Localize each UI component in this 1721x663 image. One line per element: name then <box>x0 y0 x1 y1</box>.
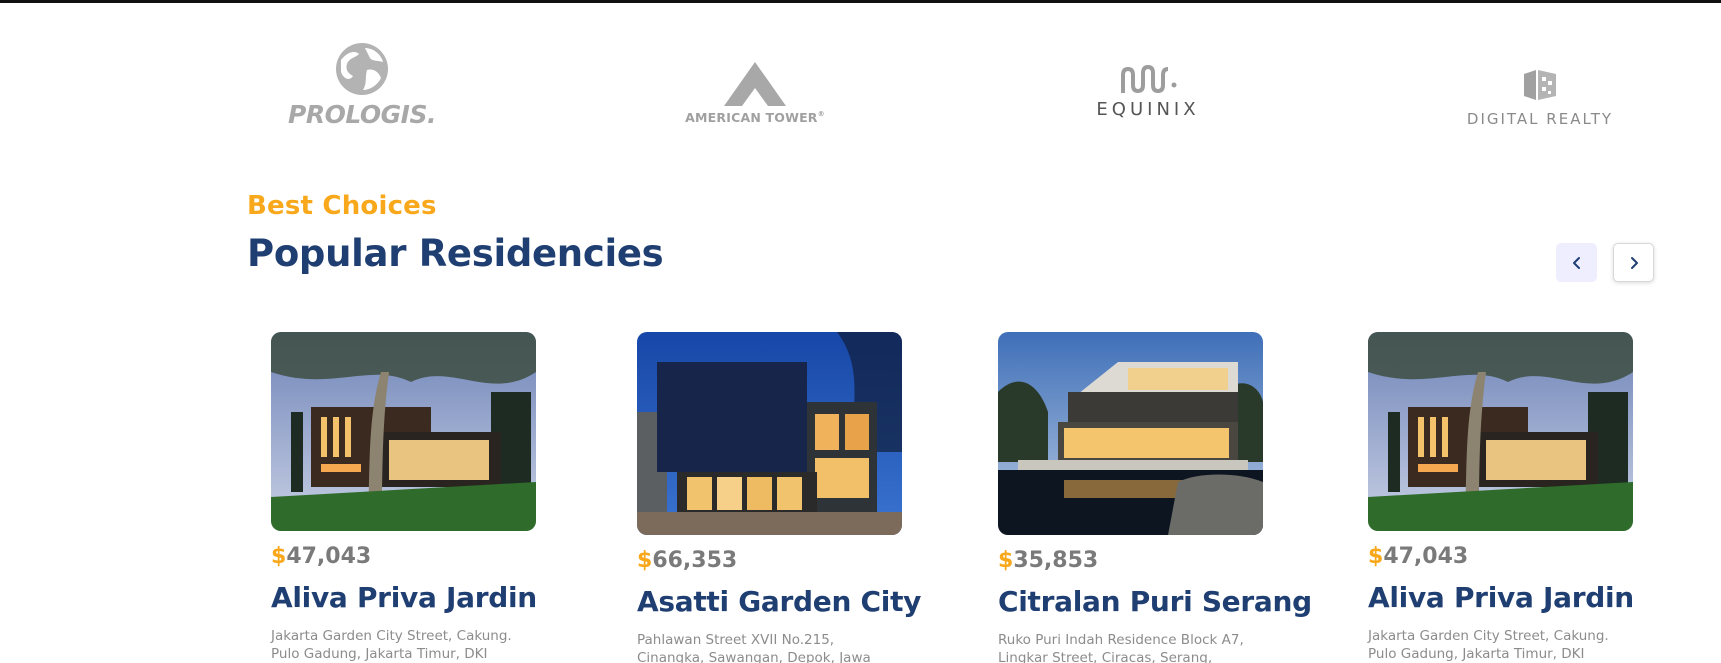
registered-mark: ® <box>817 110 825 118</box>
chevron-left-icon <box>1572 256 1580 269</box>
house-photo-jardin <box>1368 332 1633 531</box>
equinix-logo: EQUINIX <box>1078 63 1218 120</box>
chevron-right-icon <box>1630 256 1638 269</box>
currency-symbol: $ <box>637 548 653 573</box>
price: $47,043 <box>271 544 536 569</box>
residency-address: Pahlawan Street XVII No.215, Cinangka, S… <box>637 632 871 663</box>
price: $35,853 <box>998 548 1263 573</box>
equinix-wordmark: EQUINIX <box>1096 99 1200 120</box>
american-tower-logo: AMERICAN TOWER® <box>670 62 840 125</box>
price: $47,043 <box>1368 544 1633 569</box>
house-photo-jardin <box>271 332 536 531</box>
price-value: 47,043 <box>1383 544 1469 569</box>
currency-symbol: $ <box>1368 544 1384 569</box>
price: $66,353 <box>637 548 902 573</box>
residency-name: Asatti Garden City <box>637 585 922 618</box>
residency-name: Citralan Puri Serang <box>998 585 1312 618</box>
residency-card[interactable]: $47,043 Aliva Priva Jardin Jakarta Garde… <box>1368 332 1634 663</box>
digital-realty-logo: DIGITAL REALTY <box>1455 68 1625 128</box>
prev-button[interactable] <box>1556 243 1597 282</box>
residency-card[interactable]: $47,043 Aliva Priva Jardin Jakarta Garde… <box>271 332 537 663</box>
wave-icon <box>1121 64 1177 94</box>
american-tower-wordmark: AMERICAN TOWER® <box>670 110 840 125</box>
residency-name: Aliva Priva Jardin <box>271 581 537 614</box>
prologis-logo: PROLOGIS. <box>282 42 442 129</box>
next-button[interactable] <box>1613 243 1654 282</box>
residency-card[interactable]: $66,353 Asatti Garden City Pahlawan Stre… <box>637 332 922 663</box>
residency-address: Ruko Puri Indah Residence Block A7, Ling… <box>998 632 1244 663</box>
cube-icon <box>1524 70 1556 100</box>
residency-card[interactable]: $35,853 Citralan Puri Serang Ruko Puri I… <box>998 332 1312 663</box>
triangle-icon <box>724 62 786 106</box>
american-tower-name: AMERICAN TOWER <box>685 110 818 125</box>
currency-symbol: $ <box>271 544 287 569</box>
currency-symbol: $ <box>998 548 1014 573</box>
house-photo-asatti <box>637 332 902 535</box>
top-border <box>0 0 1721 3</box>
residency-name: Aliva Priva Jardin <box>1368 581 1634 614</box>
residency-address: Jakarta Garden City Street, Cakung. Pulo… <box>1368 628 1609 662</box>
section-eyebrow: Best Choices <box>247 191 437 221</box>
price-value: 47,043 <box>286 544 372 569</box>
price-value: 35,853 <box>1013 548 1099 573</box>
digital-realty-wordmark: DIGITAL REALTY <box>1466 110 1614 128</box>
house-photo-citralan <box>998 332 1263 535</box>
residency-address: Jakarta Garden City Street, Cakung. Pulo… <box>271 628 512 662</box>
prologis-wordmark: PROLOGIS. <box>288 100 436 129</box>
section-title: Popular Residencies <box>247 232 664 275</box>
price-value: 66,353 <box>652 548 738 573</box>
globe-icon <box>336 43 388 95</box>
